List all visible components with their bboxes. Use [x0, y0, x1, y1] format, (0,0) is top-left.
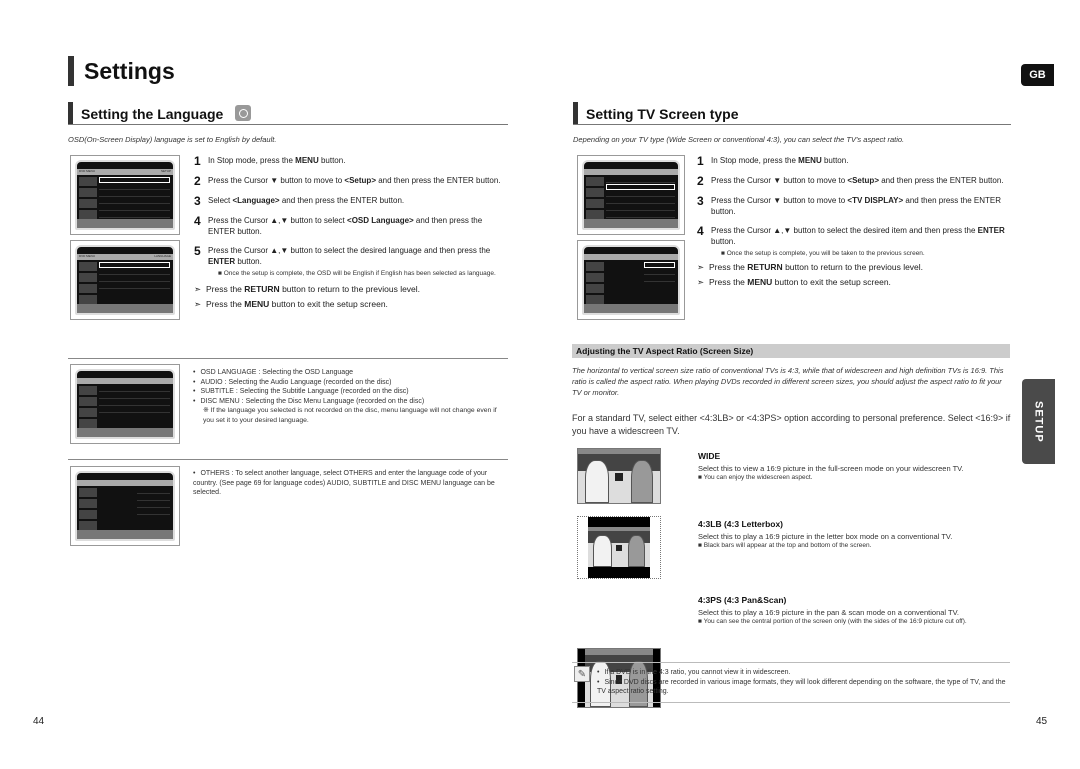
tip: ➣ Press the MENU button to exit the setup…	[697, 277, 891, 287]
others-list: OTHERS : To select another language, sel…	[193, 469, 505, 498]
step: 1 In Stop mode, press the MENU button.	[697, 154, 849, 168]
step-note: ■ Once the setup is complete, the OSD wi…	[218, 270, 496, 277]
arrow-icon: ➣	[697, 262, 705, 272]
option-note: ■ You can see the central portion of the…	[698, 618, 967, 625]
step: 5 Press the Cursor ▲,▼ button to select t…	[194, 245, 504, 278]
wide-picture	[577, 448, 661, 504]
letterbox-picture-frame	[577, 516, 661, 579]
notes-list: If a DVD is in the 4:3 ratio, you cannot…	[597, 668, 1007, 697]
page-title: Settings	[68, 55, 175, 87]
page-number-right: 45	[1036, 716, 1048, 727]
osd-screenshot-setup: DVD MENU SETUP	[70, 155, 180, 235]
option-title: 4:3LB (4:3 Letterbox)	[698, 519, 784, 529]
note-pencil-icon: ✎	[574, 666, 590, 682]
dvd-disc-icon	[235, 105, 252, 121]
note-item: Since DVD discs are recorded in various …	[597, 678, 1007, 697]
tip: ➣ Press the RETURN button to return to th…	[194, 284, 421, 294]
step: 2 Press the Cursor ▼ button to move to <S…	[697, 174, 1004, 188]
divider	[572, 702, 1010, 703]
heading-bar	[573, 102, 578, 124]
option-wide: WIDE Select this to view a 16:9 picture …	[698, 451, 1013, 481]
option-note: ■ You can enjoy the widescreen aspect.	[698, 474, 813, 481]
intro-text: Depending on your TV type (Wide Screen o…	[573, 135, 905, 144]
option-desc: Select this to view a 16:9 picture in th…	[698, 464, 964, 473]
tip: ➣ Press the RETURN button to return to th…	[697, 262, 924, 272]
bullet-item: OTHERS : To select another language, sel…	[193, 469, 505, 498]
aspect-ratio-intro: The horizontal to vertical screen size r…	[572, 366, 1004, 397]
arrow-icon: ➣	[194, 284, 202, 294]
option-panscan: 4:3PS (4:3 Pan&Scan) Select this to play…	[698, 595, 1018, 625]
tip: ➣ Press the MENU button to exit the setup…	[194, 299, 388, 309]
standard-tv-text: For a standard TV, select either <4:3LB>…	[572, 413, 1011, 436]
arrow-icon: ➣	[194, 299, 202, 309]
step: 3 Press the Cursor ▼ button to move to <T…	[697, 194, 1001, 216]
title-bar-decoration	[68, 56, 74, 86]
divider	[68, 459, 508, 460]
step: 3 Select <Language> and then press the EN…	[194, 194, 405, 208]
language-steps: 1 In Stop mode, press the MENU button. 2P…	[194, 155, 504, 314]
language-options-list: OSD LANGUAGE : Selecting the OSD Languag…	[193, 368, 508, 406]
divider	[572, 662, 1010, 663]
intro-text: OSD(On-Screen Display) language is set t…	[68, 135, 277, 144]
bullet-item: SUBTITLE : Selecting the Subtitle Langua…	[193, 387, 508, 397]
osd-screenshot-tv-options	[577, 240, 685, 320]
section-title: Setting TV Screen type	[586, 106, 739, 122]
option-title: WIDE	[698, 451, 721, 461]
step: 2 Press the Cursor ▼ button to move to <S…	[194, 174, 501, 188]
step-note: ■ Once the setup is complete, you will b…	[721, 250, 925, 257]
option-letterbox: 4:3LB (4:3 Letterbox) Select this to pla…	[698, 519, 1013, 549]
osd-screenshot-others	[70, 466, 180, 546]
option-desc: Select this to play a 16:9 picture in th…	[698, 608, 960, 617]
step: 1 In Stop mode, press the MENU button.	[194, 154, 346, 168]
bullet-item: DISC MENU : Selecting the Disc Menu Lang…	[193, 397, 508, 407]
option-title: 4:3PS (4:3 Pan&Scan)	[698, 595, 787, 605]
section-heading-tv-screen: Setting TV Screen type	[573, 102, 1011, 125]
step: 4 Press the Cursor ▲,▼ button to select <…	[194, 214, 483, 236]
page-title-text: Settings	[84, 57, 175, 84]
tv-steps: 1 In Stop mode, press the MENU button. 2P…	[697, 155, 1012, 292]
osd-screenshot-tv-display	[577, 155, 685, 235]
heading-bar	[68, 102, 73, 124]
bullet-item: AUDIO : Selecting the Audio Language (re…	[193, 378, 508, 388]
option-desc: Select this to play a 16:9 picture in th…	[698, 532, 953, 541]
osd-screenshot-language: DVD MENU LANGUAGE	[70, 240, 180, 320]
language-badge: GB	[1021, 64, 1054, 86]
arrow-icon: ➣	[697, 277, 705, 287]
note-item: If a DVD is in the 4:3 ratio, you cannot…	[597, 668, 1007, 678]
language-note: ※ If the language you selected is not re…	[203, 407, 497, 424]
step: 4 Press the Cursor ▲,▼ button to select t…	[697, 225, 1012, 258]
section-heading-language: Setting the Language	[68, 102, 508, 125]
option-note: ■ Black bars will appear at the top and …	[698, 542, 872, 549]
setup-side-tab: SETUP	[1022, 379, 1055, 464]
bullet-item: OSD LANGUAGE : Selecting the OSD Languag…	[193, 368, 508, 378]
divider	[68, 358, 508, 359]
osd-screenshot-language-options	[70, 364, 180, 444]
page-number-left: 44	[33, 716, 45, 727]
aspect-ratio-subheading: Adjusting the TV Aspect Ratio (Screen Si…	[572, 344, 1010, 358]
section-title: Setting the Language	[81, 106, 224, 122]
